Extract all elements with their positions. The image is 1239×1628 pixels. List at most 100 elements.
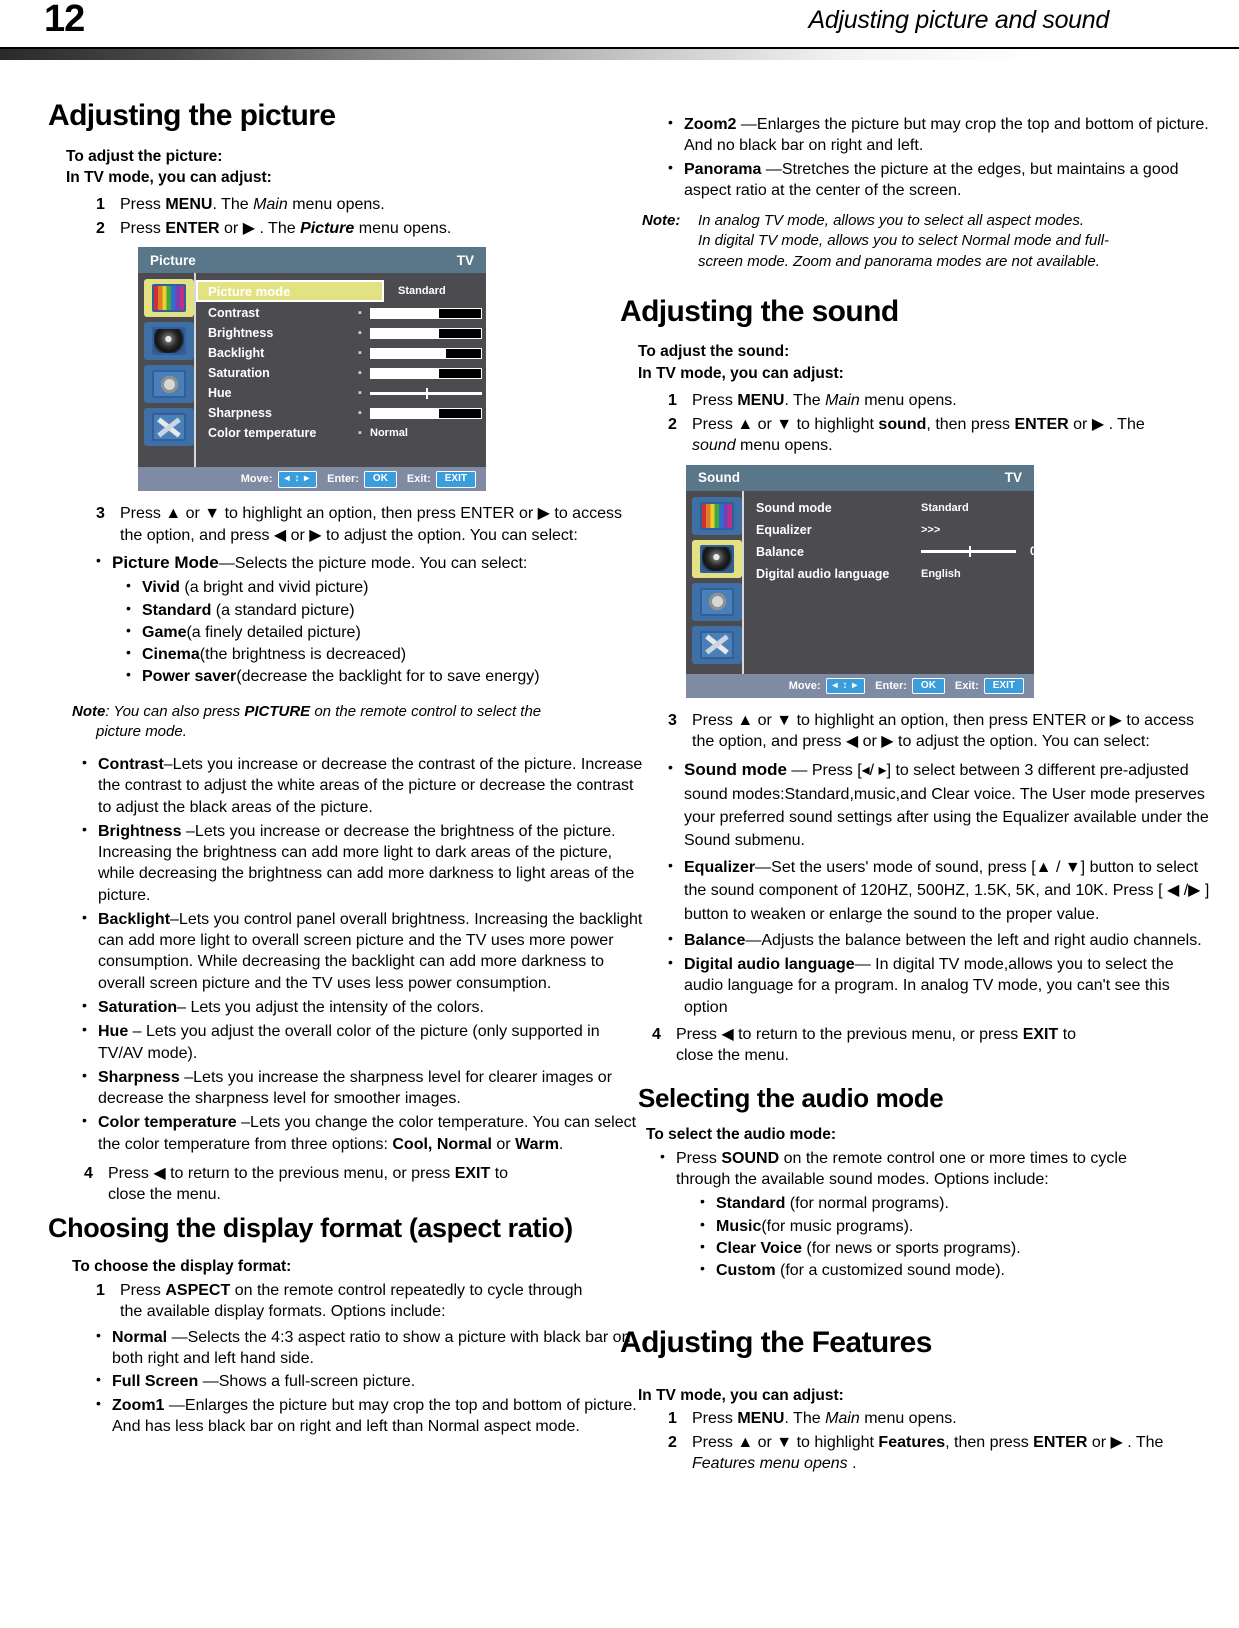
osd-row-equalizer[interactable]: Equalizer >>> — [744, 519, 1050, 541]
bullet-desc: —Set the users' mode of sound, press [▲ … — [684, 859, 1210, 923]
note-picture-remote: Note: You can also press PICTURE on the … — [72, 702, 644, 743]
osd-row-digital-audio-language[interactable]: Digital audio language English — [744, 563, 1050, 585]
note-line-2: In digital TV mode, allows you to select… — [698, 232, 1110, 250]
bullet-desc: —Enlarges the picture but may crop the t… — [112, 1396, 637, 1435]
osd-row-saturation[interactable]: Saturation ▪ 50 — [196, 363, 510, 383]
osd-slider-centered[interactable] — [370, 387, 482, 399]
osd-row-sound-mode[interactable]: Sound mode Standard — [744, 497, 1050, 519]
osd-key-ok[interactable]: OK — [911, 677, 945, 695]
step-3-line-1: Press ▲ or ▼ to highlight an option, the… — [692, 711, 1194, 729]
osd-row-label: Saturation — [208, 366, 270, 381]
osd-row-hue[interactable]: Hue ▪ 0 — [196, 383, 510, 403]
bullet-dot-icon: ▪ — [358, 427, 362, 440]
osd-source-label: TV — [456, 252, 474, 268]
bullet-term: Contrast — [98, 756, 164, 774]
bullet-term: Sound mode — [684, 760, 787, 780]
bullet-aspect-full-screen: Full Screen —Shows a full-screen picture… — [94, 1370, 644, 1392]
bullet-term: Brightness — [98, 822, 182, 840]
bullet-term: Balance — [684, 931, 746, 949]
note-line-1a: : You can also press — [105, 702, 245, 720]
bullet-dot-icon: ▪ — [358, 327, 362, 340]
osd-hint-move-label: Move: — [788, 679, 821, 692]
osd-key-move[interactable]: ◂ ↕ ▸ — [825, 677, 866, 695]
bullet-picture-mode: Picture Mode—Selects the picture mode. Y… — [94, 551, 644, 575]
step-4-line-1a: Press ◀ to return to the previous menu, … — [676, 1025, 1023, 1043]
step-4-line-2: close the menu. — [676, 1047, 789, 1065]
bullet-term: Power saver — [142, 668, 237, 686]
osd-row-contrast[interactable]: Contrast ▪ 50 — [196, 303, 510, 323]
osd-tab-sound[interactable] — [692, 539, 742, 578]
osd-tab-picture[interactable] — [692, 496, 742, 535]
bullet-desc: (the brightness is decreaced) — [199, 646, 407, 664]
step-4-picture: 4 Press ◀ to return to the previous menu,… — [74, 1163, 644, 1206]
osd-row-brightness[interactable]: Brightness ▪ 50 — [196, 323, 510, 343]
osd-tab-setup[interactable] — [692, 582, 742, 621]
step-1-aspect: 1 Press ASPECT on the remote control repe… — [86, 1280, 644, 1323]
step-bold: MENU — [737, 1410, 785, 1428]
step-text-4: menu opens. — [735, 437, 833, 455]
bullet-desc: (for news or sports programs). — [801, 1239, 1021, 1257]
bullet-mode-game: Game(a finely detailed picture) — [124, 621, 644, 643]
osd-row-sharpness[interactable]: Sharpness ▪ 5 — [196, 403, 510, 423]
osd-tab-setup[interactable] — [144, 365, 194, 404]
osd-row-value: 5 — [490, 347, 497, 360]
osd-tab-sound[interactable] — [144, 322, 194, 361]
osd-tab-picture[interactable] — [144, 279, 194, 318]
step-4-line-1c: to — [1058, 1025, 1077, 1043]
osd-key-move[interactable]: ◂ ↕ ▸ — [277, 471, 318, 488]
step-italic: sound — [692, 437, 736, 455]
osd-footer-hints: Move: ◂ ↕ ▸ Enter: OK Exit: EXIT — [686, 673, 1034, 698]
bullet-term: Sharpness — [98, 1068, 180, 1086]
note-aspect-modes: Note: In analog TV mode, allows you to s… — [642, 211, 1216, 272]
step-1-aspect-key: ASPECT — [165, 1281, 231, 1299]
bullet-press-sound: Press SOUND on the remote control one or… — [658, 1147, 1216, 1191]
osd-tab-features[interactable] — [692, 625, 742, 664]
osd-key-exit[interactable]: EXIT — [435, 471, 476, 488]
osd-slider[interactable] — [370, 407, 482, 419]
bullet-term: Color temperature — [98, 1114, 237, 1132]
step-4-sound: 4 Press ◀ to return to the previous menu,… — [642, 1024, 1216, 1067]
step-1-aspect-1c: on the remote control repeatedly to cycl… — [230, 1281, 583, 1299]
osd-row-label: Sound mode — [756, 500, 832, 515]
step-4-line-1c: to — [490, 1164, 509, 1182]
osd-tab-features[interactable] — [144, 408, 194, 447]
osd-slider[interactable] — [370, 307, 482, 319]
osd-row-label: Picture mode — [208, 283, 291, 299]
osd-row-label: Backlight — [208, 346, 265, 361]
page-number: 12 — [44, 0, 85, 40]
gear-icon — [152, 370, 186, 399]
step-text: Press — [120, 196, 166, 214]
note-label: Note: — [642, 212, 681, 230]
osd-slider[interactable] — [370, 327, 482, 339]
bullet-desc: (decrease the backlight for to save ener… — [236, 668, 540, 686]
step-italic: Main — [253, 196, 288, 214]
osd-slider[interactable] — [370, 367, 482, 379]
lead-features-tv-mode: In TV mode, you can adjust: — [638, 1386, 844, 1404]
osd-slider-centered[interactable] — [921, 546, 1016, 558]
color-bars-icon — [700, 501, 734, 530]
section-title-adjusting-features: Adjusting the Features — [620, 1326, 932, 1360]
step-number: 1 — [96, 1281, 105, 1299]
step-number: 2 — [668, 415, 677, 433]
osd-row-value: 0 — [1030, 545, 1037, 558]
bullet-term: Zoom1 — [112, 1396, 165, 1414]
lead-to-adjust-sound: To adjust the sound: — [638, 343, 790, 361]
osd-key-exit[interactable]: EXIT — [983, 677, 1024, 695]
osd-row-value: 50 — [490, 307, 503, 320]
bullet-term: Saturation — [98, 998, 178, 1016]
bullet-digital-audio-language: Digital audio language— In digital TV mo… — [666, 953, 1216, 1018]
osd-row-label: Hue — [208, 386, 232, 401]
osd-row-balance[interactable]: Balance 0 — [744, 541, 1050, 563]
osd-row-backlight[interactable]: Backlight ▪ 5 — [196, 343, 510, 363]
picture-osd-screenshot: Picture TV Picture mode Standard Contras… — [138, 247, 503, 492]
bullet-mode-power-saver: Power saver(decrease the backlight for t… — [124, 665, 644, 687]
lead-to-adjust-picture: To adjust the picture: — [66, 147, 223, 165]
bullet-desc: (for normal programs). — [785, 1195, 949, 1213]
osd-slider[interactable] — [370, 347, 482, 359]
step-number: 2 — [96, 219, 105, 237]
osd-key-ok[interactable]: OK — [363, 471, 397, 488]
osd-row-picture-mode[interactable]: Picture mode — [196, 280, 384, 303]
bullet-brightness: Brightness –Lets you increase or decreas… — [80, 820, 644, 906]
bullet-aspect-zoom2: Zoom2 —Enlarges the picture but may crop… — [666, 113, 1216, 157]
osd-row-color-temperature[interactable]: Color temperature ▪ Normal — [196, 423, 510, 443]
